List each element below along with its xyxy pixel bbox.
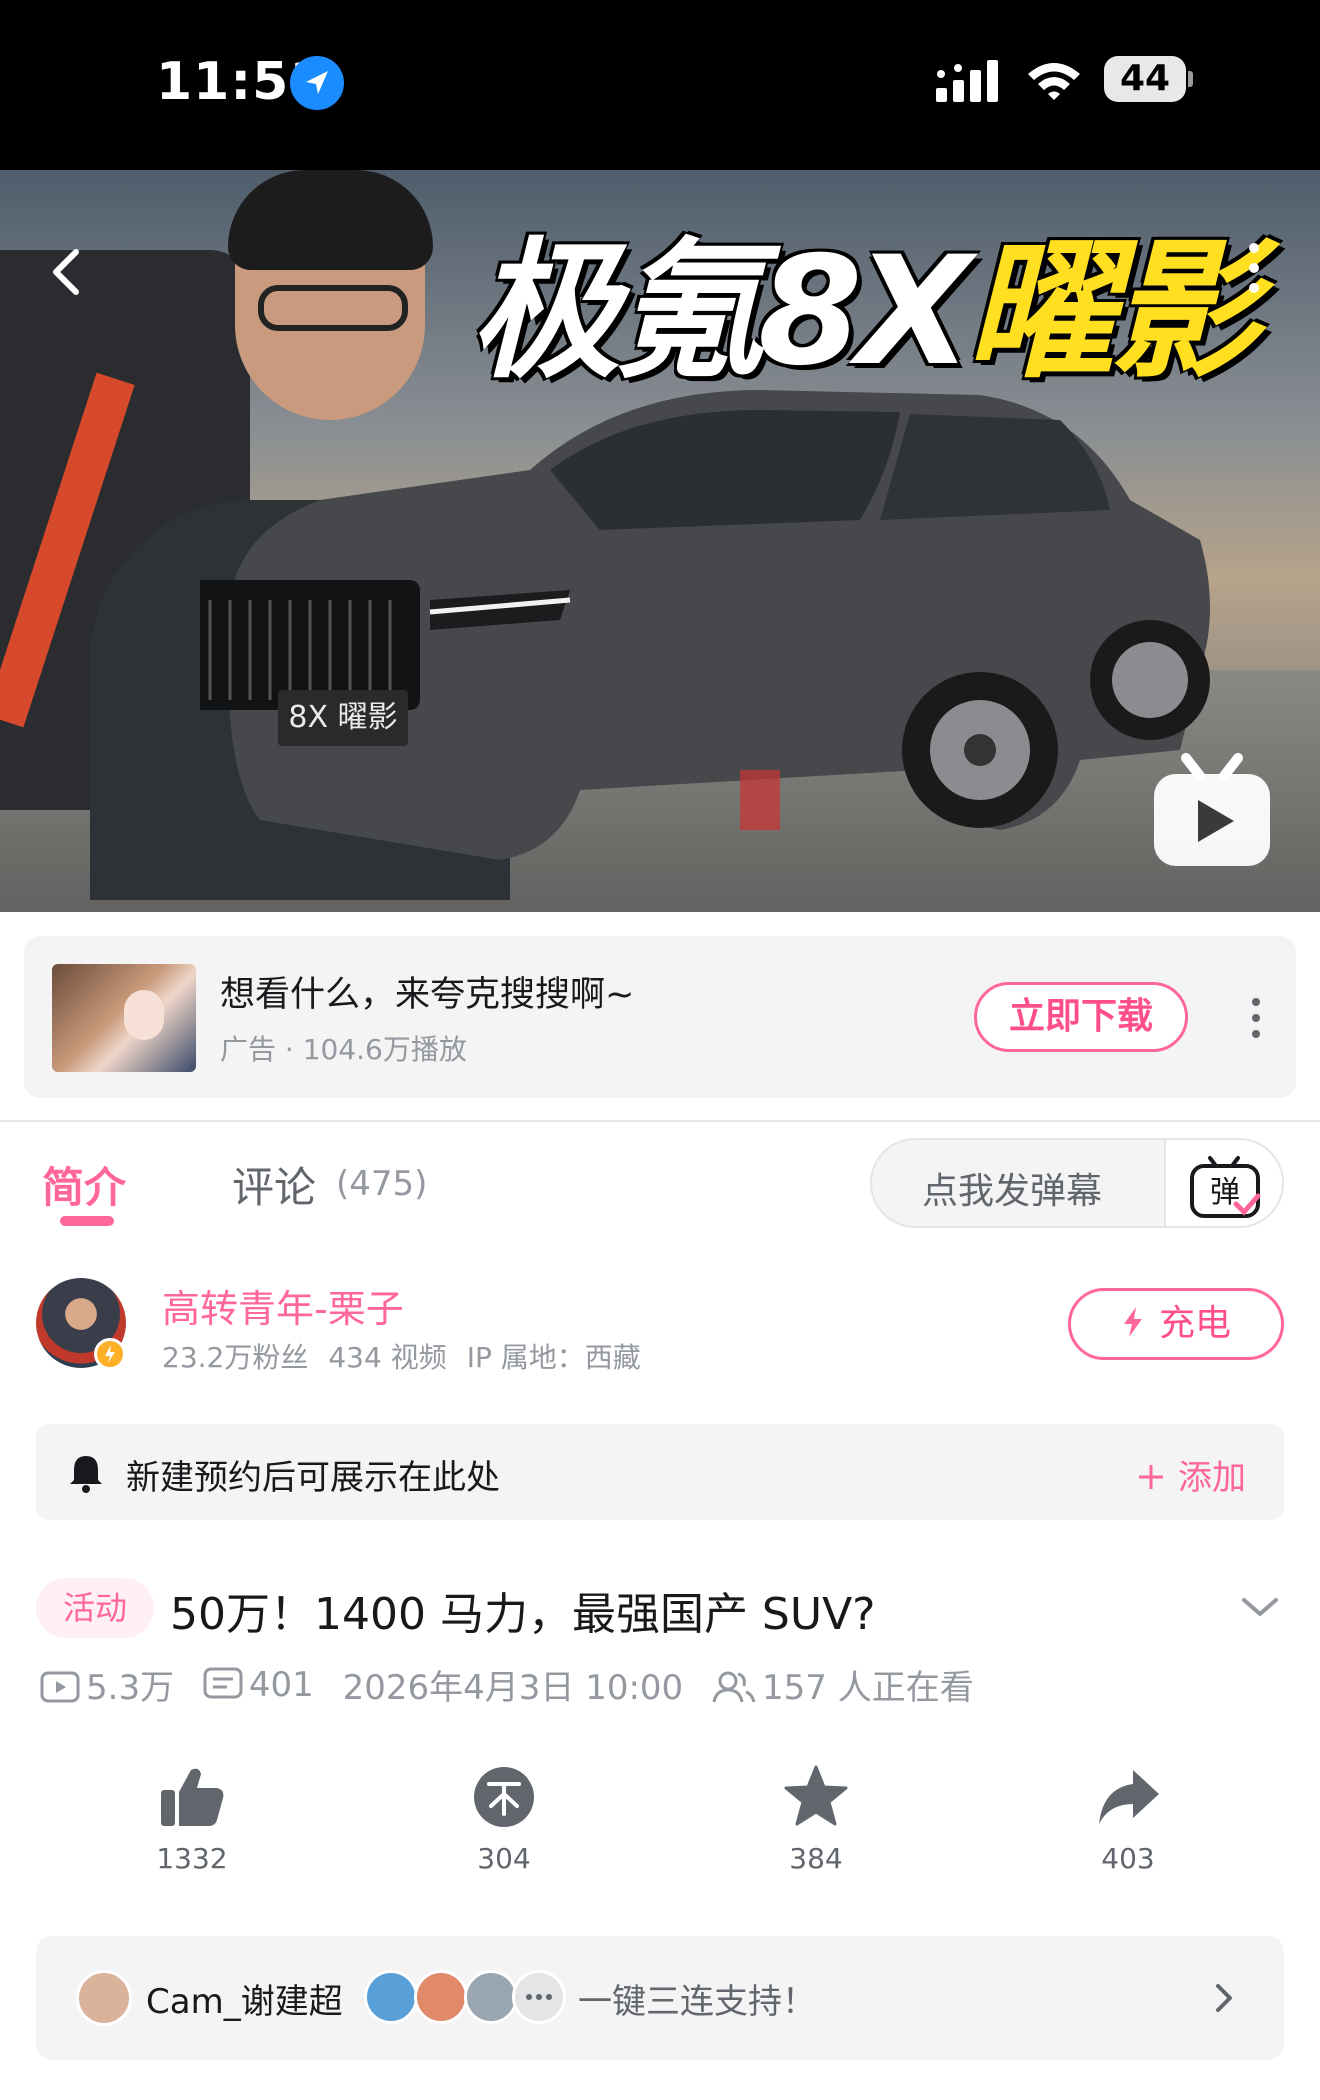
video-person-glasses [258, 285, 408, 331]
uploader-meta: 23.2万粉丝 434 视频 IP 属地：西藏 [162, 1336, 661, 1376]
uploader-ip: IP 属地：西藏 [466, 1341, 641, 1374]
tab-active-indicator [60, 1216, 114, 1226]
lightning-icon [1123, 1307, 1142, 1337]
coin-count: 304 [477, 1842, 531, 1875]
battery-level: 44 [1104, 56, 1186, 102]
reservation-add-button[interactable]: 添加 [1136, 1450, 1246, 1499]
uploader-videos: 434 视频 [328, 1341, 447, 1374]
stat-danmaku: 401 [203, 1665, 314, 1705]
battery-icon: 44 [1104, 56, 1193, 102]
cellular-signal-icon [936, 58, 1002, 104]
location-arrow-icon [290, 56, 344, 110]
divider [0, 1120, 1320, 1122]
battery-cap [1188, 71, 1193, 87]
video-plate-text: 8X 曜影 [278, 690, 408, 746]
coin-button[interactable]: 304 [434, 1764, 574, 1875]
more-options-icon[interactable] [1230, 230, 1280, 310]
video-overlay-title-white: 极氪8X [470, 225, 972, 399]
triple-support-text: 一键三连支持！ [578, 1982, 816, 2022]
play-count-icon [40, 1671, 80, 1702]
video-overlay-title: 极氪8X曜影 [470, 190, 1260, 407]
stat-watching-value: 157 人正在看 [762, 1668, 974, 1708]
danmaku-count-icon [203, 1667, 243, 1699]
more-supporters-icon [512, 1970, 566, 2024]
coin-icon [474, 1767, 534, 1827]
user-avatar [76, 1970, 132, 2026]
like-count: 1332 [156, 1842, 228, 1875]
favorite-button[interactable]: 384 [746, 1764, 886, 1875]
verified-badge-icon [94, 1338, 126, 1370]
tab-comments[interactable]: 评论 [232, 1154, 316, 1215]
share-arrow-icon [1099, 1770, 1159, 1824]
chevron-down-icon[interactable] [1240, 1592, 1280, 1622]
supporter-avatar [464, 1970, 518, 2024]
triple-support-banner[interactable]: Cam_谢建超 一键三连支持！ [36, 1936, 1284, 2060]
tab-intro[interactable]: 简介 [42, 1154, 126, 1215]
ad-thumbnail[interactable] [52, 964, 196, 1072]
tab-comments-count[interactable]: (475) [336, 1164, 427, 1204]
ad-subtitle: 广告 · 104.6万播放 [220, 1033, 467, 1066]
video-suv-image [200, 390, 1210, 860]
reservation-banner[interactable]: 新建预约后可展示在此处 添加 [36, 1424, 1284, 1520]
favorite-count: 384 [789, 1842, 843, 1875]
video-title: 50万！1400 马力，最强国产 SUV? [170, 1589, 876, 1640]
star-icon [784, 1765, 848, 1826]
supporter-avatar [364, 1970, 418, 2024]
uploader-fans: 23.2万粉丝 [162, 1341, 309, 1374]
like-button[interactable]: 1332 [122, 1764, 262, 1875]
reservation-add-label[interactable]: 添加 [1178, 1458, 1246, 1498]
stat-watching: 157 人正在看 [712, 1660, 974, 1709]
ad-thumbnail-face [124, 990, 164, 1040]
thumbs-up-icon [161, 1768, 224, 1826]
plus-icon [1139, 1464, 1163, 1489]
ad-title[interactable]: 想看什么，来夸克搜搜啊~ [220, 966, 634, 1017]
status-bar: 11:51 44 [0, 0, 1320, 170]
charge-label[interactable]: 充电 [1159, 1303, 1231, 1344]
danmaku-input-box[interactable]: 点我发弹幕 弹 [870, 1138, 1284, 1228]
danmaku-input-placeholder[interactable]: 点我发弹幕 [922, 1162, 1102, 1214]
video-player[interactable]: 8X 曜影 极氪8X曜影 [0, 170, 1320, 912]
supporter-avatar [414, 1970, 468, 2024]
ad-card[interactable]: 想看什么，来夸克搜搜啊~ 广告 · 104.6万播放 立即下载 [24, 936, 1296, 1098]
ad-download-button[interactable]: 立即下载 [974, 982, 1188, 1052]
charge-button[interactable]: 充电 [1068, 1288, 1284, 1360]
triple-user-name: Cam_谢建超 [146, 1982, 343, 2022]
wifi-icon [1024, 58, 1084, 104]
share-count: 403 [1101, 1842, 1155, 1875]
bilibili-tv-play-icon[interactable] [1150, 750, 1274, 870]
share-button[interactable]: 403 [1058, 1764, 1198, 1875]
stat-plays-value: 5.3万 [86, 1668, 175, 1708]
video-stats: 5.3万 401 2026年4月3日 10:00 157 人正在看 [40, 1660, 992, 1710]
chevron-right-icon[interactable] [1212, 1980, 1236, 2016]
reservation-text: 新建预约后可展示在此处 [126, 1458, 500, 1498]
bell-icon [70, 1456, 102, 1493]
back-arrow-icon[interactable] [40, 230, 90, 310]
activity-tag[interactable]: 活动 [36, 1578, 154, 1638]
stat-plays: 5.3万 [40, 1660, 174, 1709]
stat-danmaku-value: 401 [248, 1664, 314, 1705]
danmaku-toggle-icon[interactable]: 弹 [1164, 1140, 1282, 1226]
ad-more-icon[interactable] [1248, 996, 1264, 1040]
watching-people-icon [712, 1671, 756, 1702]
uploader-name[interactable]: 高转青年-栗子 [162, 1278, 404, 1333]
video-person-hair [228, 170, 433, 270]
stat-date: 2026年4月3日 10:00 [342, 1668, 684, 1708]
video-overlay-title-yellow: 曜影 [966, 225, 1260, 399]
